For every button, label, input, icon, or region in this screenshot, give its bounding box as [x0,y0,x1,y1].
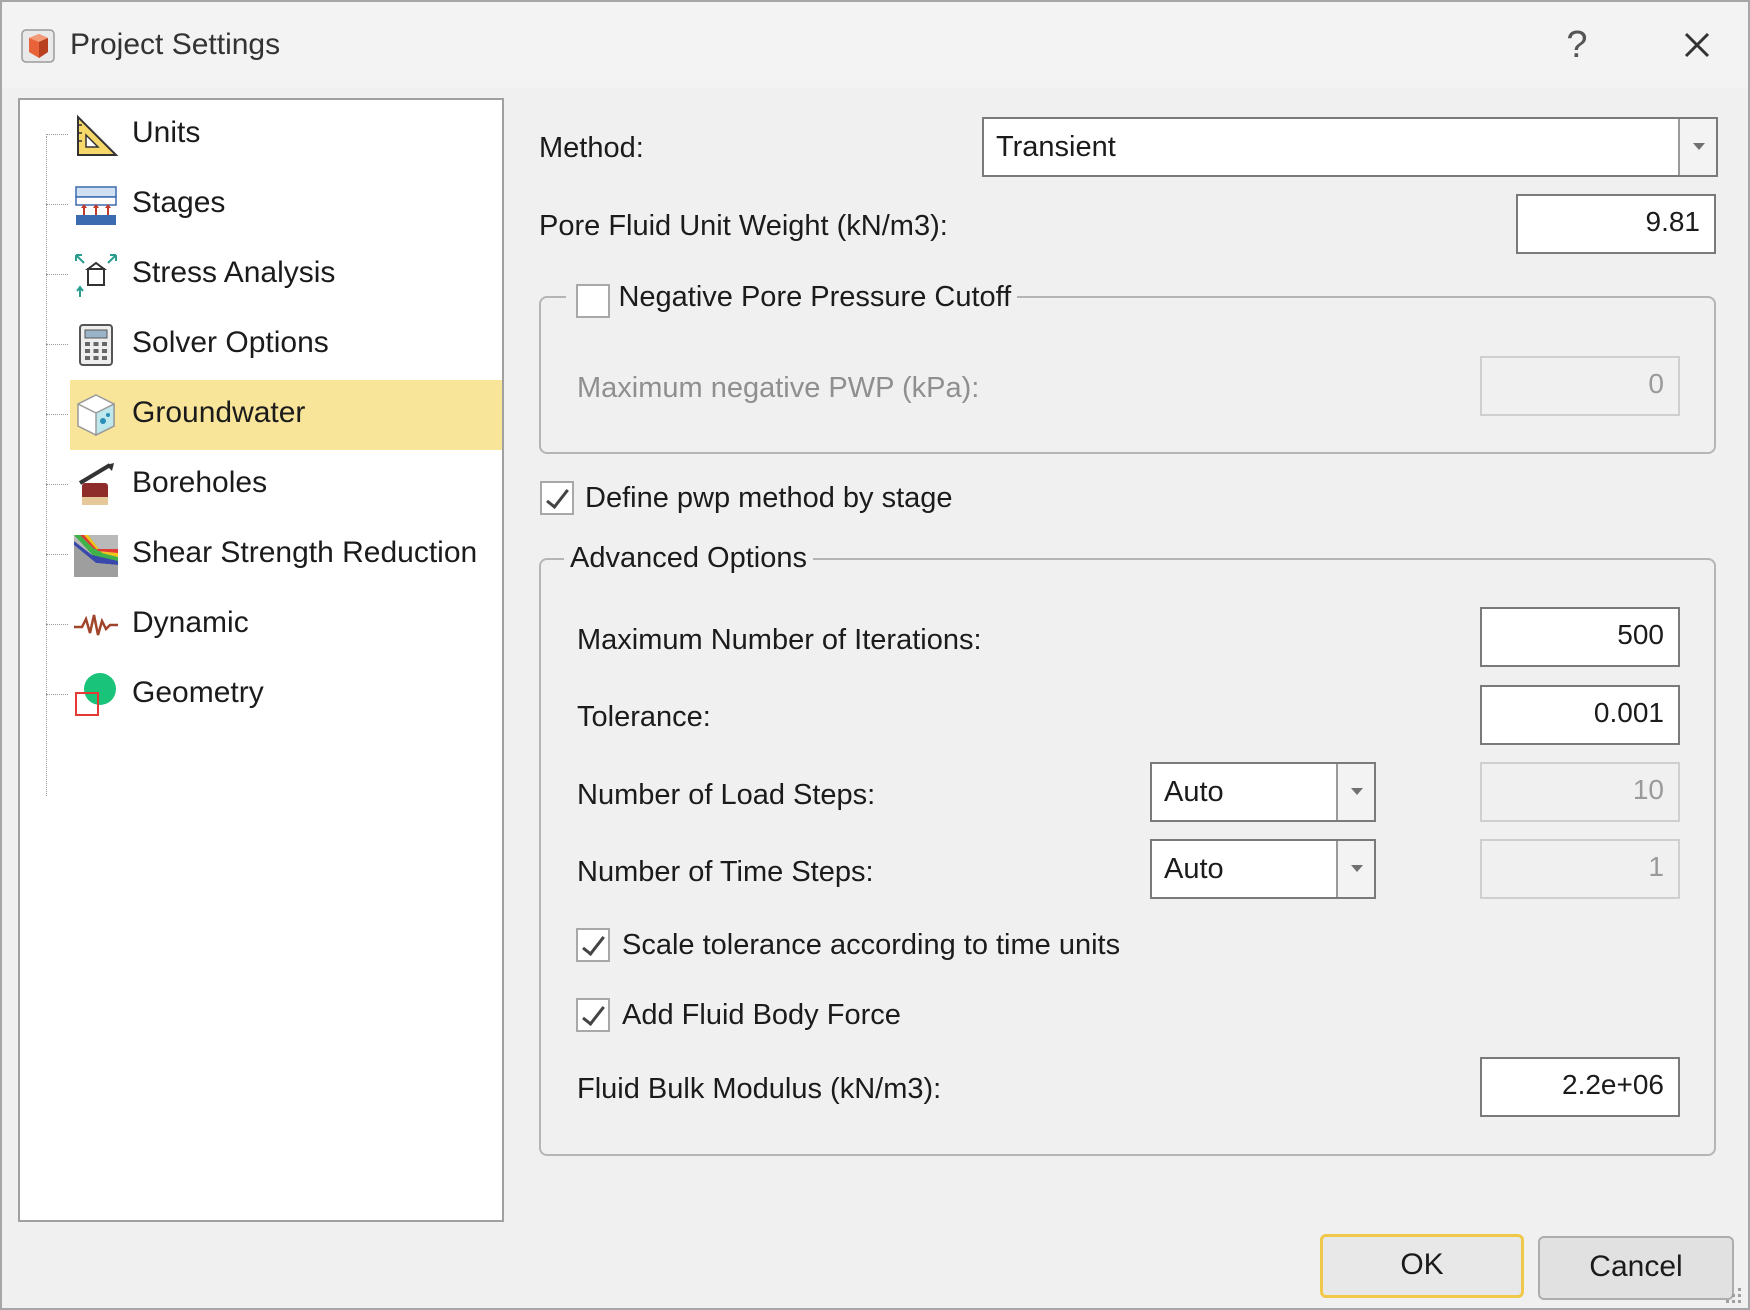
sidebar-item-shear-strength-reduction[interactable]: Shear Strength Reduction [20,520,502,590]
method-value: Transient [996,131,1116,163]
advanced-options-legend: Advanced Options [564,542,813,575]
settings-tree[interactable]: Units Stages Stress Analysis Solver Opti… [18,98,504,1222]
time-steps-input[interactable]: 1 [1480,839,1680,899]
sidebar-item-label: Shear Strength Reduction [132,536,478,569]
borehole-icon [78,463,114,505]
sidebar-item-units[interactable]: Units [20,100,502,170]
close-icon[interactable] [1672,20,1722,70]
geometry-shapes-icon [75,673,116,716]
project-settings-dialog: Project Settings ? Units Stages Stress A… [0,0,1750,1310]
sidebar-item-label: Units [132,116,201,149]
sidebar-item-label: Groundwater [132,396,306,429]
chevron-down-icon[interactable] [1336,841,1374,897]
calculator-icon [79,324,113,366]
ok-button[interactable]: OK [1320,1234,1524,1298]
tolerance-label: Tolerance: [577,701,711,733]
sidebar-item-label: Dynamic [132,606,249,639]
pore-fluid-unit-weight-label: Pore Fluid Unit Weight (kN/m3): [539,210,948,242]
resize-grip-icon[interactable] [1720,1282,1744,1306]
negative-cutoff-label: Negative Pore Pressure Cutoff [618,280,1012,313]
max-negative-pwp-label: Maximum negative PWP (kPa): [577,372,980,404]
load-steps-input[interactable]: 10 [1480,762,1680,822]
method-select[interactable]: Transient [982,117,1718,177]
ruler-triangle-icon [77,114,119,156]
add-fluid-body-force-checkbox[interactable] [576,998,610,1032]
define-pwp-by-stage-checkbox[interactable] [540,481,574,515]
sidebar-item-label: Geometry [132,676,264,709]
max-iterations-input[interactable]: 500 [1480,607,1680,667]
help-button[interactable]: ? [1557,20,1597,70]
load-steps-select[interactable]: Auto [1150,762,1376,822]
title-bar[interactable]: Project Settings ? [2,2,1748,88]
sidebar-item-stress-analysis[interactable]: Stress Analysis [20,240,502,310]
chevron-down-icon[interactable] [1678,119,1716,175]
sidebar-item-boreholes[interactable]: Boreholes [20,450,502,520]
app-cube-icon [21,29,55,63]
time-steps-mode: Auto [1164,853,1224,885]
tolerance-input[interactable]: 0.001 [1480,685,1680,745]
dynamic-wave-icon [74,614,118,636]
scale-tolerance-checkbox[interactable] [576,928,610,962]
method-label: Method: [539,132,644,164]
load-steps-mode: Auto [1164,776,1224,808]
sidebar-item-label: Stages [132,186,226,219]
max-negative-pwp-input[interactable]: 0 [1480,356,1680,416]
sidebar-item-solver-options[interactable]: Solver Options [20,310,502,380]
fluid-bulk-modulus-label: Fluid Bulk Modulus (kN/m3): [577,1073,942,1105]
sidebar-item-label: Boreholes [132,466,268,499]
sidebar-item-label: Stress Analysis [132,256,336,289]
sidebar-item-stages[interactable]: Stages [20,170,502,240]
time-steps-label: Number of Time Steps: [577,856,874,888]
sidebar-item-geometry[interactable]: Geometry [20,660,502,730]
groundwater-cube-icon [77,394,115,437]
stages-icon [75,186,117,225]
sidebar-item-label: Solver Options [132,326,329,359]
pore-fluid-unit-weight-input[interactable]: 9.81 [1516,194,1716,254]
negative-cutoff-checkbox[interactable] [576,284,610,318]
sidebar-item-dynamic[interactable]: Dynamic [20,590,502,660]
cancel-button[interactable]: Cancel [1538,1236,1734,1300]
window-title: Project Settings [70,28,281,61]
shear-strength-icon [74,535,118,577]
time-steps-select[interactable]: Auto [1150,839,1376,899]
sidebar-item-groundwater[interactable]: Groundwater [20,380,502,450]
load-steps-label: Number of Load Steps: [577,779,876,811]
negative-pore-pressure-legend: Negative Pore Pressure Cutoff [566,280,1018,324]
scale-tolerance-label: Scale tolerance according to time units [622,929,1121,961]
stress-analysis-icon [75,254,117,297]
chevron-down-icon[interactable] [1336,764,1374,820]
add-fluid-body-force-label: Add Fluid Body Force [622,999,901,1031]
max-iterations-label: Maximum Number of Iterations: [577,624,982,656]
fluid-bulk-modulus-input[interactable]: 2.2e+06 [1480,1057,1680,1117]
define-pwp-by-stage-label: Define pwp method by stage [585,482,953,514]
